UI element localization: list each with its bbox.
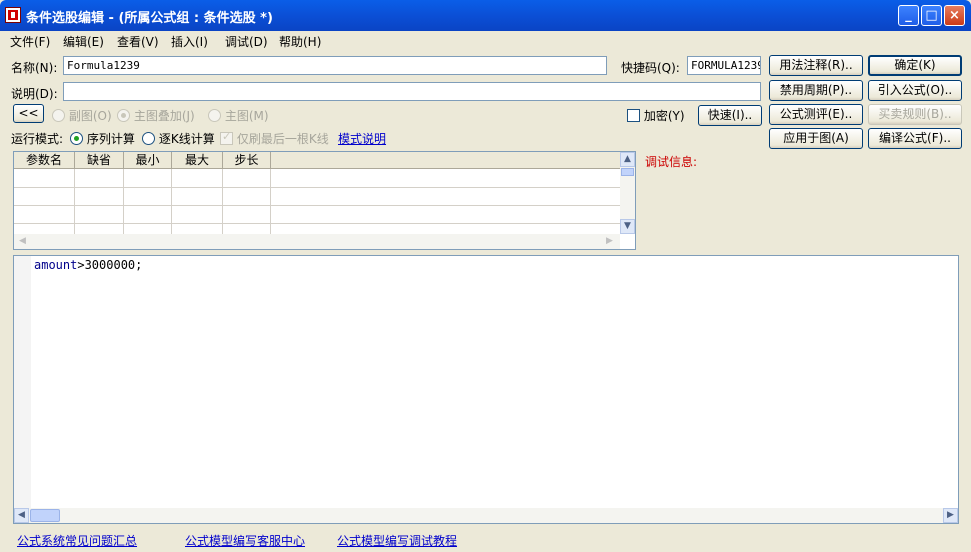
editor-scroll-thumb[interactable] <box>30 509 60 522</box>
apply-chart-button[interactable]: 应用于图(A) <box>769 128 863 149</box>
menu-edit[interactable]: 编辑(E) <box>63 33 104 50</box>
sub-chart-label: 副图(O) <box>68 109 112 123</box>
menu-debug[interactable]: 调试(D) <box>225 33 268 50</box>
mode-kline-label: 逐K线计算 <box>158 132 215 146</box>
last-kline-checkbox[interactable]: 仅刷最后一根K线 <box>220 130 329 147</box>
close-button[interactable]: × <box>944 5 965 26</box>
scroll-down-icon[interactable]: ▼ <box>620 219 635 234</box>
menu-file[interactable]: 文件(F) <box>10 33 50 50</box>
sub-chart-radio-dot <box>52 109 65 122</box>
shortcut-input[interactable]: FORMULA1239 <box>687 56 761 75</box>
table-header-step[interactable]: 步长 <box>223 152 271 169</box>
table-horizontal-scrollbar[interactable]: ◀ ▶ <box>14 234 620 249</box>
mode-sequence-radio-dot <box>70 132 83 145</box>
minimize-button[interactable]: _ <box>898 5 919 26</box>
tutorial-link[interactable]: 公式模型编写调试教程 <box>337 532 457 549</box>
mode-help-link[interactable]: 模式说明 <box>338 130 386 147</box>
grid-line <box>14 187 620 188</box>
last-kline-label: 仅刷最后一根K线 <box>236 132 329 146</box>
last-kline-checkbox-box <box>220 130 233 145</box>
encrypt-label: 加密(Y) <box>643 109 685 123</box>
name-label: 名称(N): <box>11 61 58 75</box>
mode-kline-radio[interactable]: 逐K线计算 <box>142 130 215 147</box>
grid-line <box>222 169 223 234</box>
description-input[interactable] <box>63 82 761 101</box>
formula-editor[interactable]: amount>3000000; ◀ ▶ <box>13 255 959 524</box>
code-line[interactable]: amount>3000000; <box>34 258 142 272</box>
window-title: 条件选股编辑 - (所属公式组 : 条件选股 *) <box>26 11 273 26</box>
sub-chart-radio[interactable]: 副图(O) <box>52 107 112 124</box>
editor-scroll-left-icon[interactable]: ◀ <box>14 508 29 523</box>
title-bar[interactable]: 条件选股编辑 - (所属公式组 : 条件选股 *) _ □ × <box>0 0 971 31</box>
name-input[interactable]: Formula1239 <box>63 56 607 75</box>
scroll-thumb[interactable] <box>621 168 634 176</box>
menu-insert[interactable]: 插入(I) <box>171 33 208 50</box>
main-chart-radio[interactable]: 主图(M) <box>208 107 269 124</box>
run-mode-label: 运行模式: <box>11 132 64 146</box>
table-header-min[interactable]: 最小 <box>124 152 172 169</box>
main-overlay-radio[interactable]: 主图叠加(J) <box>117 107 195 124</box>
grid-line <box>14 223 620 224</box>
table-header-param-name[interactable]: 参数名 <box>14 152 75 169</box>
grid-line <box>123 169 124 234</box>
main-chart-radio-dot <box>208 109 221 122</box>
menu-help[interactable]: 帮助(H) <box>279 33 321 50</box>
maximize-button[interactable]: □ <box>921 5 942 26</box>
table-header-max[interactable]: 最大 <box>172 152 223 169</box>
grid-line <box>74 169 75 234</box>
debug-info-label: 调试信息: <box>645 155 698 169</box>
quick-button[interactable]: 快速(I).. <box>698 105 762 126</box>
encrypt-checkbox[interactable]: 加密(Y) <box>627 107 685 124</box>
menu-view[interactable]: 查看(V) <box>117 33 159 50</box>
mode-kline-radio-dot <box>142 132 155 145</box>
main-overlay-radio-dot <box>117 109 130 122</box>
mode-sequence-label: 序列计算 <box>86 132 135 146</box>
table-header-empty <box>271 152 620 169</box>
mode-sequence-radio[interactable]: 序列计算 <box>70 130 135 147</box>
formula-eval-button[interactable]: 公式测评(E).. <box>769 104 863 125</box>
parameter-table[interactable]: 参数名 缺省 最小 最大 步长 ▲ ▼ ◀ ▶ <box>13 151 636 250</box>
table-header-default[interactable]: 缺省 <box>75 152 124 169</box>
collapse-button[interactable]: << <box>13 104 44 123</box>
usage-notes-button[interactable]: 用法注释(R).. <box>769 55 863 76</box>
editor-scroll-right-icon[interactable]: ▶ <box>943 508 958 523</box>
main-chart-label: 主图(M) <box>224 109 269 123</box>
support-center-link[interactable]: 公式模型编写客服中心 <box>185 532 305 549</box>
scroll-up-icon[interactable]: ▲ <box>620 152 635 167</box>
ok-button[interactable]: 确定(K) <box>868 55 962 76</box>
scroll-right-icon[interactable]: ▶ <box>603 235 616 248</box>
faq-link[interactable]: 公式系统常见问题汇总 <box>17 532 137 549</box>
disable-period-button[interactable]: 禁用周期(P).. <box>769 80 863 101</box>
grid-line <box>270 169 271 234</box>
main-overlay-label: 主图叠加(J) <box>133 109 195 123</box>
editor-gutter <box>14 256 31 508</box>
code-expression: >3000000; <box>77 258 143 272</box>
import-formula-button[interactable]: 引入公式(O).. <box>868 80 962 101</box>
compile-formula-button[interactable]: 编译公式(F).. <box>868 128 962 149</box>
menu-bar: 文件(F) 编辑(E) 查看(V) 插入(I) 调试(D) 帮助(H) <box>0 31 971 50</box>
table-vertical-scrollbar[interactable]: ▲ ▼ <box>620 152 635 234</box>
grid-line <box>171 169 172 234</box>
scroll-left-icon[interactable]: ◀ <box>16 235 29 248</box>
description-label: 说明(D): <box>11 87 58 101</box>
grid-line <box>14 205 620 206</box>
editor-horizontal-scrollbar[interactable]: ◀ ▶ <box>14 508 958 523</box>
buy-sell-rule-button[interactable]: 买卖规则(B).. <box>868 104 962 125</box>
app-icon <box>5 7 21 23</box>
shortcut-label: 快捷码(Q): <box>621 61 680 75</box>
code-keyword: amount <box>34 258 78 272</box>
encrypt-checkbox-box <box>627 109 640 122</box>
